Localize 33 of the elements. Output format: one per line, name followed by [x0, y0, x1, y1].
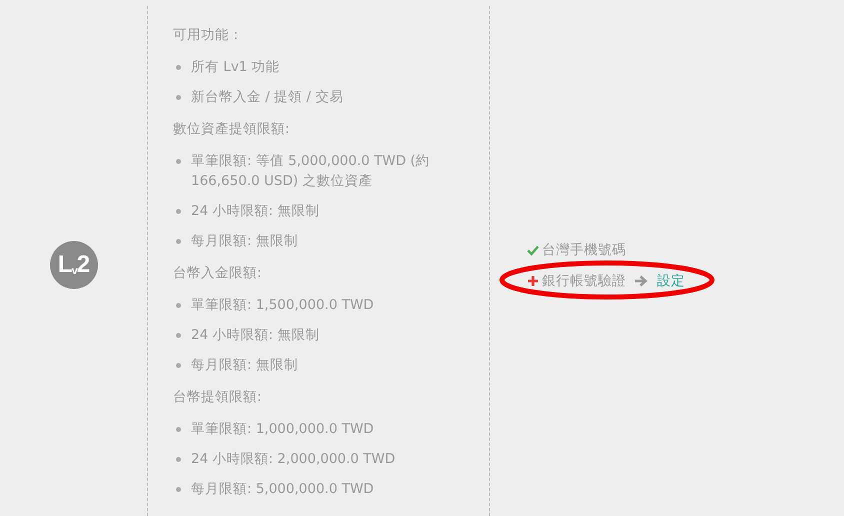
- bullet-icon: [176, 487, 181, 492]
- section-heading: 台幣提領限額:: [173, 388, 263, 407]
- section-heading: 數位資產提領限額:: [173, 120, 291, 139]
- arrow-right-icon: [634, 274, 648, 286]
- bullet-icon: [176, 363, 181, 368]
- plus-icon: [527, 274, 539, 286]
- bullet-icon: [176, 427, 181, 432]
- bullet-icon: [176, 239, 181, 244]
- limit-item: 新台幣入金 / 提領 / 交易: [191, 88, 344, 107]
- bullet-icon: [176, 159, 181, 164]
- requirement-label: 銀行帳號驗證: [542, 272, 626, 290]
- limit-item: 單筆限額: 1,000,000.0 TWD: [191, 420, 375, 439]
- limit-item: 每月限額: 無限制: [191, 232, 299, 251]
- bullet-icon: [176, 209, 181, 214]
- bullet-icon: [176, 303, 181, 308]
- limit-item: 單筆限額: 等值 5,000,000.0 TWD (約 166,650.0 USD) 之數位資產: [191, 152, 431, 191]
- limit-item: 每月限額: 無限制: [191, 356, 299, 375]
- limit-item: 24 小時限額: 2,000,000.0 TWD: [191, 450, 396, 469]
- limit-item: 24 小時限額: 無限制: [191, 202, 320, 221]
- section-heading: 可用功能：: [173, 26, 244, 45]
- level-badge: L$_{v}$2: [50, 241, 98, 289]
- bullet-icon: [176, 457, 181, 462]
- limit-item: 每月限額: 5,000,000.0 TWD: [191, 480, 375, 499]
- setup-link[interactable]: 設定: [657, 272, 685, 290]
- limit-item: 所有 Lv1 功能: [191, 58, 281, 77]
- requirement-label: 台灣手機號碼: [542, 240, 626, 258]
- check-icon: [527, 244, 539, 256]
- limit-item: 單筆限額: 1,500,000.0 TWD: [191, 296, 375, 315]
- bullet-icon: [176, 333, 181, 338]
- section-heading: 台幣入金限額:: [173, 264, 263, 283]
- bullet-icon: [176, 95, 181, 100]
- bullet-icon: [176, 65, 181, 70]
- limit-item: 24 小時限額: 無限制: [191, 326, 320, 345]
